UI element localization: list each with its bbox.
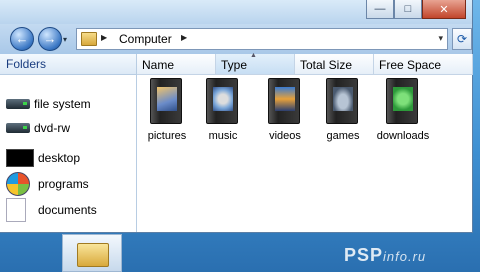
dvd-drive-icon (6, 123, 30, 133)
title-bar: — □ ✕ (0, 0, 472, 24)
watermark-main: PSP (344, 245, 384, 265)
sidebar-item-dvd-rw[interactable]: dvd-rw (6, 116, 70, 140)
hard-drive-icon (6, 99, 30, 109)
games-folder-icon (326, 78, 358, 124)
column-header-free-space[interactable]: Free Space (374, 54, 473, 75)
sidebar-item-label: file system (34, 97, 91, 111)
sidebar-item-label: documents (38, 203, 97, 217)
sidebar-item-desktop[interactable]: desktop (6, 146, 80, 170)
address-dropdown-icon[interactable]: ▾ (438, 33, 443, 44)
folders-header-label: Folders (6, 57, 47, 71)
pictures-folder-icon (150, 78, 182, 124)
watermark-suffix: info.ru (383, 249, 427, 264)
forward-button[interactable]: → (38, 27, 62, 51)
column-header-label: Total Size (300, 58, 353, 72)
sidebar-item-programs[interactable]: programs (6, 172, 89, 196)
column-header-type[interactable]: Type ▲ (216, 52, 295, 75)
folder-item-label: downloads (376, 130, 430, 142)
folder-item-label: videos (269, 130, 301, 142)
sort-ascending-icon: ▲ (250, 52, 257, 59)
folder-item-label: games (326, 130, 360, 142)
explorer-window: — □ ✕ ← → ▾ ▶ Computer ▶ ▾ ⟳ Folders fil… (0, 0, 473, 233)
minimize-button[interactable]: — (366, 0, 394, 19)
folder-icon (81, 32, 97, 46)
close-button[interactable]: ✕ (422, 0, 466, 19)
column-header-total-size[interactable]: Total Size (295, 54, 374, 75)
watermark-logo: PSPinfo.ru (344, 245, 426, 266)
sidebar-item-file-system[interactable]: file system (6, 92, 91, 116)
refresh-button[interactable]: ⟳ (452, 28, 472, 50)
column-header-label: Type (221, 58, 248, 72)
sidebar-item-documents[interactable]: documents (6, 198, 97, 222)
maximize-button[interactable]: □ (394, 0, 422, 19)
address-bar[interactable]: ▶ Computer ▶ ▾ (76, 28, 448, 50)
folders-header[interactable]: Folders (0, 54, 136, 75)
folder-icon (77, 243, 109, 267)
address-path[interactable]: Computer (119, 32, 172, 46)
folders-sidebar: Folders file system dvd-rw desktop progr… (0, 54, 137, 232)
window-controls: — □ ✕ (366, 0, 466, 19)
folder-item-label: music (208, 130, 238, 142)
folder-item-label: pictures (147, 130, 187, 142)
document-icon (6, 198, 26, 222)
monitor-icon (6, 149, 34, 167)
videos-folder-icon (268, 78, 300, 124)
sidebar-item-label: dvd-rw (34, 121, 71, 135)
breadcrumb-arrow-icon[interactable]: ▶ (181, 33, 187, 42)
downloads-folder-icon (386, 78, 418, 124)
address-row: ← → ▾ ▶ Computer ▶ ▾ ⟳ (0, 24, 472, 54)
breadcrumb-arrow-icon[interactable]: ▶ (101, 33, 107, 42)
sidebar-item-label: desktop (38, 151, 81, 165)
windows-logo-icon (6, 172, 30, 196)
music-folder-icon (206, 78, 238, 124)
column-header-label: Free Space (379, 58, 442, 72)
history-dropdown-icon[interactable]: ▾ (63, 35, 67, 44)
column-header-name[interactable]: Name (137, 54, 216, 75)
file-list: Name Type ▲ Total Size Free Space pictur… (137, 52, 473, 232)
column-header-label: Name (142, 58, 175, 72)
taskbar-explorer-button[interactable] (62, 234, 122, 272)
sidebar-item-label: programs (38, 177, 89, 191)
back-button[interactable]: ← (10, 27, 34, 51)
